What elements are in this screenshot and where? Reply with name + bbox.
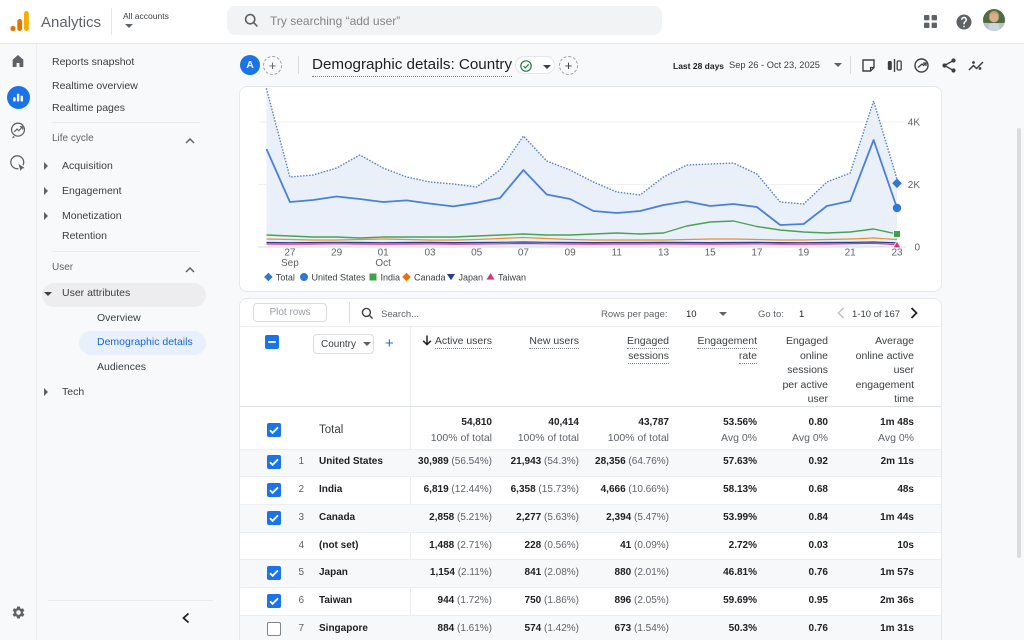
- svg-text:13: 13: [658, 248, 670, 259]
- svg-text:05: 05: [471, 248, 483, 259]
- svg-text:Japan: Japan: [459, 273, 484, 283]
- svg-text:4K: 4K: [908, 118, 921, 129]
- svg-text:07: 07: [518, 248, 530, 259]
- svg-text:Taiwan: Taiwan: [498, 273, 526, 283]
- svg-text:Sep: Sep: [281, 258, 299, 269]
- svg-text:03: 03: [424, 248, 436, 259]
- svg-text:Canada: Canada: [414, 273, 446, 283]
- svg-text:11: 11: [612, 248, 623, 259]
- svg-text:27: 27: [284, 248, 296, 259]
- svg-text:17: 17: [751, 248, 763, 259]
- svg-text:United States: United States: [312, 273, 367, 283]
- svg-text:Oct: Oct: [375, 258, 391, 269]
- svg-text:21: 21: [845, 248, 857, 259]
- svg-text:09: 09: [565, 248, 577, 259]
- svg-text:01: 01: [378, 248, 390, 259]
- svg-text:2K: 2K: [908, 180, 921, 191]
- svg-text:23: 23: [891, 248, 903, 259]
- svg-text:19: 19: [798, 248, 810, 259]
- svg-text:India: India: [381, 273, 401, 283]
- svg-text:29: 29: [331, 248, 343, 259]
- svg-text:0: 0: [914, 243, 920, 254]
- svg-text:15: 15: [705, 248, 717, 259]
- svg-text:Total: Total: [276, 273, 295, 283]
